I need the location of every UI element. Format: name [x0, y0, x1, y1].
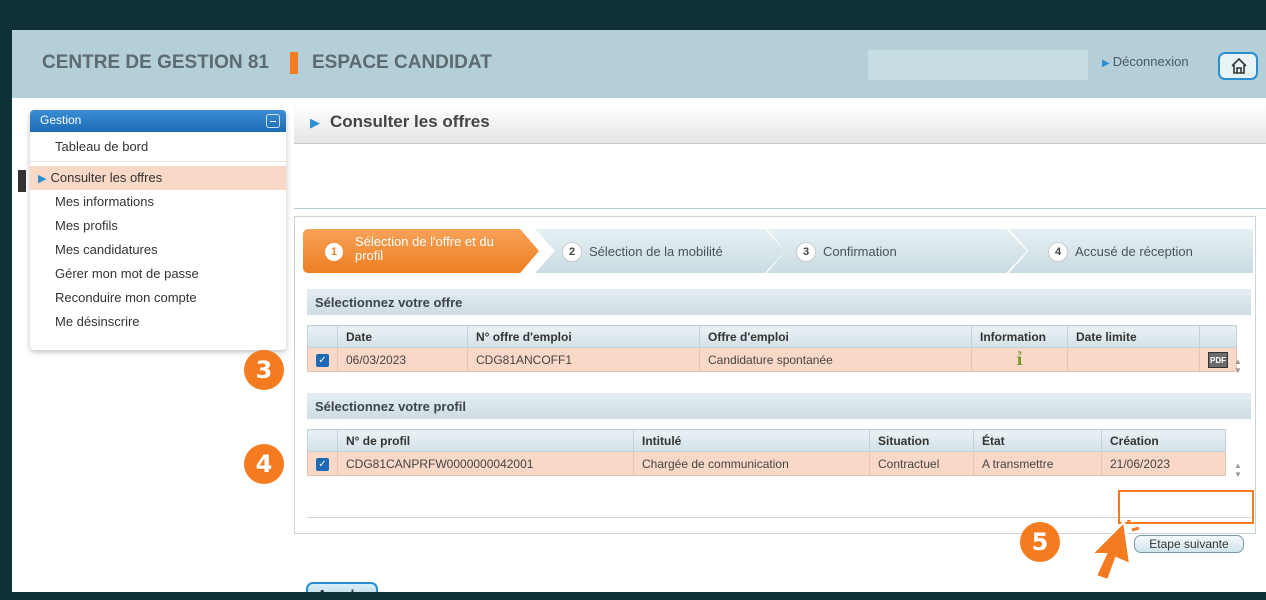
pdf-icon[interactable]: PDF	[1208, 351, 1228, 368]
next-step-button[interactable]: Etape suivante	[1134, 535, 1244, 553]
sidebar-item-renew-account[interactable]: Reconduire mon compte	[30, 286, 286, 310]
sidebar-item-label: Mes profils	[55, 218, 118, 233]
sidebar-item-label: Reconduire mon compte	[55, 290, 197, 305]
profile-title: Chargée de communication	[633, 451, 870, 476]
sidebar-item-dashboard[interactable]: Tableau de bord	[30, 132, 286, 162]
sidebar-item-label: Consulter les offres	[50, 170, 163, 185]
step-label: Sélection de la mobilité	[589, 244, 723, 259]
offer-number: CDG81ANCOFF1	[467, 347, 700, 372]
home-button[interactable]	[1218, 52, 1258, 80]
column-header[interactable]: État	[973, 429, 1102, 452]
step-number: 2	[563, 243, 581, 261]
offers-table: Date N° offre d'emploi Offre d'emploi In…	[307, 325, 1237, 372]
checkbox[interactable]: ✓	[316, 458, 329, 471]
row-scroll-icon[interactable]: ▲ ▼	[1233, 461, 1243, 483]
collapse-icon[interactable]	[266, 114, 280, 128]
offer-deadline	[1067, 347, 1200, 372]
click-cursor-icon	[1089, 520, 1140, 582]
sidebar-item-my-profiles[interactable]: Mes profils	[30, 214, 286, 238]
column-header[interactable]: Situation	[869, 429, 974, 452]
step-label: Accusé de réception	[1075, 244, 1193, 259]
checkbox[interactable]: ✓	[316, 354, 329, 367]
divider	[307, 517, 1251, 518]
info-cell[interactable]: ỉ	[971, 347, 1068, 372]
annotation-badge-4: 4	[244, 444, 284, 484]
org-name: CENTRE DE GESTION 81	[42, 52, 269, 73]
app-header: CENTRE DE GESTION 81 ESPACE CANDIDAT ▶ Dé…	[12, 30, 1266, 98]
select-col-header	[307, 429, 338, 452]
sidebar-item-label: Mes informations	[55, 194, 154, 209]
column-header[interactable]: N° de profil	[337, 429, 634, 452]
sidebar-item-label: Tableau de bord	[55, 139, 149, 154]
row-checkbox-cell[interactable]: ✓	[307, 347, 338, 372]
sidebar-item-label: Gérer mon mot de passe	[55, 266, 199, 281]
next-button-highlight	[1118, 490, 1254, 524]
column-header[interactable]: Intitulé	[633, 429, 870, 452]
annotation-badge-3: 3	[244, 350, 284, 390]
table-row[interactable]: ✓ CDG81CANPRFW0000000042001 Chargée de c…	[307, 451, 1226, 476]
column-header[interactable]: Offre d'emploi	[699, 325, 972, 348]
sidebar-active-marker	[18, 170, 26, 192]
table-row[interactable]: ✓ 06/03/2023 CDG81ANCOFF1 Candidature sp…	[307, 347, 1237, 372]
sidebar-item-label: Mes candidatures	[55, 242, 158, 257]
offer-section-title: Sélectionnez votre offre	[307, 289, 1251, 315]
step-number: 4	[1049, 243, 1067, 261]
wizard-panel: 1 Sélection de l'offre et du profil 2 Sé…	[294, 216, 1256, 553]
profile-situation: Contractuel	[869, 451, 974, 476]
logout-label: Déconnexion	[1112, 54, 1189, 69]
profile-state: A transmettre	[973, 451, 1102, 476]
table-header-row: N° de profil Intitulé Situation État Cré…	[307, 429, 1226, 452]
sidebar-item-unsubscribe[interactable]: Me désinscrire	[30, 310, 286, 334]
page-title: Consulter les offres	[330, 112, 490, 131]
column-header[interactable]: N° offre d'emploi	[467, 325, 700, 348]
step-4[interactable]: 4 Accusé de réception	[1009, 229, 1253, 273]
step-label: Confirmation	[823, 244, 897, 259]
offer-date: 06/03/2023	[337, 347, 468, 372]
profile-number: CDG81CANPRFW0000000042001	[337, 451, 634, 476]
profile-section-title: Sélectionnez votre profil	[307, 393, 1251, 419]
step-number: 1	[325, 243, 343, 261]
sidebar-item-label: Me désinscrire	[55, 314, 140, 329]
page-header: ▶ Consulter les offres	[294, 104, 1266, 144]
row-scroll-icon[interactable]: ▲ ▼	[1233, 357, 1243, 379]
info-icon[interactable]: ỉ	[1016, 350, 1022, 369]
column-header[interactable]: Date	[337, 325, 468, 348]
sidebar-section-label: Gestion	[40, 113, 82, 127]
annotation-badge-5: 5	[1020, 522, 1060, 562]
sidebar-item-offers[interactable]: ▶ Consulter les offres	[30, 166, 286, 190]
triangle-right-icon: ▶	[310, 115, 320, 130]
home-icon	[1231, 57, 1247, 74]
header-divider	[290, 52, 298, 74]
step-1[interactable]: 1 Sélection de l'offre et du profil	[303, 229, 539, 273]
profile-created: 21/06/2023	[1101, 451, 1226, 476]
divider	[294, 208, 1266, 209]
step-number: 3	[797, 243, 815, 261]
pdf-cell[interactable]: PDF	[1199, 347, 1237, 372]
row-checkbox-cell[interactable]: ✓	[307, 451, 338, 476]
sidebar-item-password[interactable]: Gérer mon mot de passe	[30, 262, 286, 286]
column-header[interactable]: Information	[971, 325, 1068, 348]
sidebar-section-header[interactable]: Gestion	[30, 110, 286, 132]
sidebar-item-my-applications[interactable]: Mes candidatures	[30, 238, 286, 262]
profiles-table: N° de profil Intitulé Situation État Cré…	[307, 429, 1226, 476]
triangle-right-icon: ▶	[38, 173, 47, 185]
sidebar-item-my-info[interactable]: Mes informations	[30, 190, 286, 214]
triangle-right-icon: ▶	[1102, 58, 1110, 69]
column-header[interactable]: Création	[1101, 429, 1226, 452]
app-window: CENTRE DE GESTION 81 ESPACE CANDIDAT ▶ Dé…	[12, 30, 1266, 592]
table-header-row: Date N° offre d'emploi Offre d'emploi In…	[307, 325, 1237, 348]
select-col-header	[307, 325, 338, 348]
sidebar: Gestion Tableau de bord ▶ Consulter les o…	[30, 110, 286, 350]
step-3[interactable]: 3 Confirmation	[767, 229, 1027, 273]
step-label: Sélection de l'offre et du profil	[355, 234, 494, 263]
header-search-area	[868, 50, 1088, 80]
cancel-button[interactable]: Annuler	[306, 582, 378, 592]
column-header[interactable]: Date limite	[1067, 325, 1200, 348]
offer-title: Candidature spontanée	[699, 347, 972, 372]
logout-link[interactable]: ▶ Déconnexion	[1102, 54, 1189, 69]
space-name: ESPACE CANDIDAT	[312, 52, 492, 73]
step-2[interactable]: 2 Sélection de la mobilité	[535, 229, 785, 273]
pdf-col-header	[1199, 325, 1237, 348]
